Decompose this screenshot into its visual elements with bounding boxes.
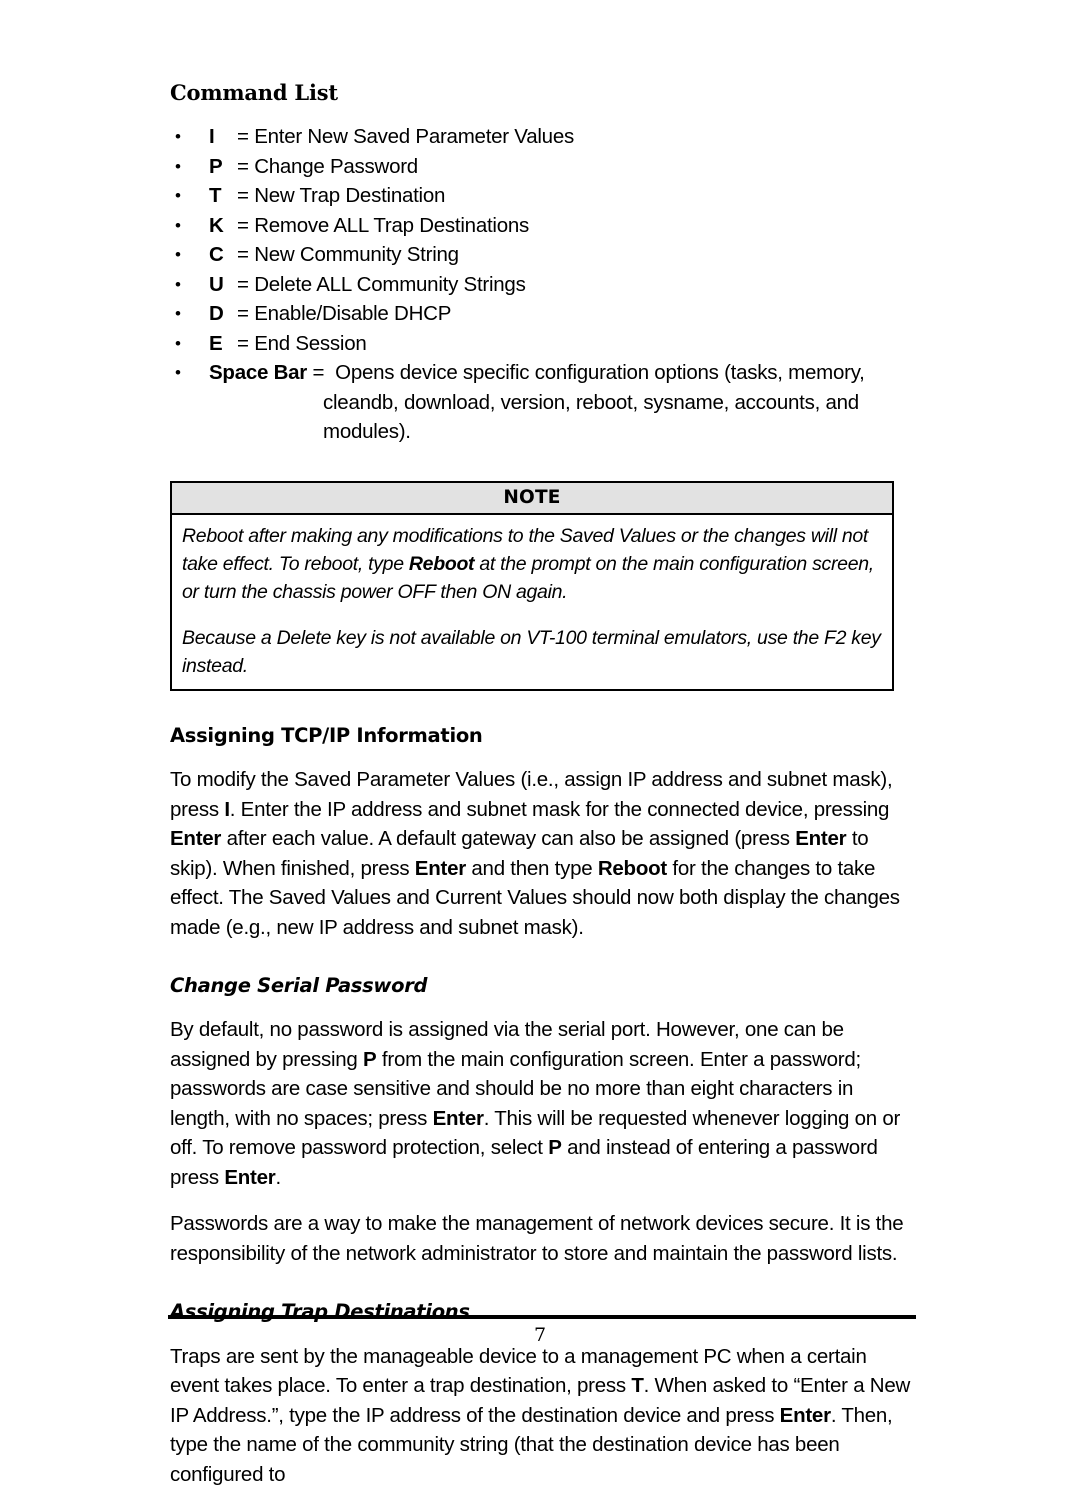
text-bold-enter: Enter	[779, 1403, 831, 1427]
footer-divider	[168, 1315, 916, 1319]
equals-sign: =	[237, 302, 249, 326]
text-bold-enter: Enter	[224, 1165, 276, 1189]
command-description: Change Password	[254, 154, 418, 178]
command-key: Space Bar	[209, 361, 308, 385]
command-key: E	[209, 331, 223, 355]
list-item: • T = New Trap Destination	[170, 181, 912, 211]
command-description: Remove ALL Trap Destinations	[254, 213, 530, 237]
text-bold-enter: Enter	[414, 856, 466, 880]
command-description: Enter New Saved Parameter Values	[254, 125, 574, 149]
paragraph-traps: Traps are sent by the manageable device …	[170, 1342, 912, 1489]
note-paragraph-1: Reboot after making any modifications to…	[182, 522, 882, 606]
list-item: • D = Enable/Disable DHCP	[170, 299, 912, 329]
equals-sign: =	[237, 331, 249, 355]
document-page: Command List • I = Enter New Saved Paramet…	[0, 0, 1080, 1486]
text-run: after each value. A default gateway can …	[221, 827, 796, 851]
equals-sign: =	[237, 125, 249, 149]
note-bold-reboot: Reboot	[408, 552, 475, 575]
text-bold-reboot: Reboot	[597, 856, 667, 880]
bullet-icon: •	[175, 156, 181, 176]
bullet-icon: •	[175, 186, 181, 206]
equals-sign: =	[312, 361, 325, 385]
page-number: 7	[533, 1324, 547, 1346]
equals-sign: =	[237, 154, 249, 178]
bullet-icon: •	[175, 274, 181, 294]
list-item: • C = New Community String	[170, 240, 912, 270]
note-body: Reboot after making any modifications to…	[172, 515, 892, 689]
bullet-icon: •	[175, 304, 181, 324]
command-key: U	[209, 272, 224, 296]
text-run: and then type	[465, 856, 598, 880]
note-header: NOTE	[172, 482, 892, 515]
page-title: Command List	[170, 80, 338, 105]
command-key: D	[209, 302, 224, 326]
equals-sign: =	[237, 243, 249, 267]
equals-sign: =	[237, 272, 249, 296]
command-description: Enable/Disable DHCP	[254, 302, 452, 326]
list-item-space-bar: • Space Bar = Opens device specific confi…	[170, 358, 912, 447]
heading-assigning-trap-destinations: Assigning Trap Destinations	[170, 1300, 470, 1324]
bullet-icon: •	[175, 215, 181, 235]
command-list: • I = Enter New Saved Parameter Values • P =…	[170, 122, 912, 447]
list-item: • K = Remove ALL Trap Destinations	[170, 211, 912, 241]
list-item: • U = Delete ALL Community Strings	[170, 270, 912, 300]
command-key: T	[209, 184, 222, 208]
heading-assigning-tcpip-information: Assigning TCP/IP Information	[170, 723, 483, 747]
command-description-cont: cleandb, download, version, reboot, sysn…	[323, 390, 859, 414]
command-key: P	[209, 154, 223, 178]
text-bold-p: P	[363, 1047, 377, 1071]
command-description: New Community String	[254, 243, 459, 267]
text-bold-enter: Enter	[170, 827, 222, 851]
paragraph-password-1: By default, no password is assigned via …	[170, 1015, 912, 1192]
heading-change-serial-password: Change Serial Password	[170, 974, 428, 998]
text-bold-t: T	[631, 1374, 644, 1398]
text-bold-enter: Enter	[432, 1106, 484, 1130]
command-description: New Trap Destination	[254, 184, 446, 208]
command-description-cont: modules).	[323, 420, 411, 444]
text-run: .	[275, 1165, 281, 1189]
bullet-icon: •	[175, 245, 181, 265]
page-content: Command List • I = Enter New Saved Paramet…	[170, 0, 912, 1489]
command-key: C	[209, 243, 224, 267]
bullet-icon: •	[175, 127, 181, 147]
note-paragraph-2: Because a Delete key is not available on…	[182, 626, 881, 677]
command-description: Delete ALL Community Strings	[254, 272, 526, 296]
command-description: End Session	[254, 331, 367, 355]
bullet-icon: •	[175, 363, 181, 383]
equals-sign: =	[237, 213, 249, 237]
command-key: I	[209, 125, 215, 149]
paragraph-password-2: Passwords are a way to make the manageme…	[170, 1212, 904, 1265]
bullet-icon: •	[175, 333, 181, 353]
list-item: • P = Change Password	[170, 152, 912, 182]
command-description: Opens device specific configuration opti…	[335, 361, 865, 385]
list-item: • I = Enter New Saved Parameter Values	[170, 122, 912, 152]
paragraph-tcpip: To modify the Saved Parameter Values (i.…	[170, 765, 912, 942]
command-key: K	[209, 213, 224, 237]
text-bold-enter: Enter	[795, 827, 847, 851]
note-box: NOTE Reboot after making any modificatio…	[170, 480, 894, 691]
equals-sign: =	[237, 184, 249, 208]
list-item: • E = End Session	[170, 329, 912, 359]
text-bold-p: P	[548, 1136, 562, 1160]
text-run: . Enter the IP address and subnet mask f…	[229, 797, 890, 821]
